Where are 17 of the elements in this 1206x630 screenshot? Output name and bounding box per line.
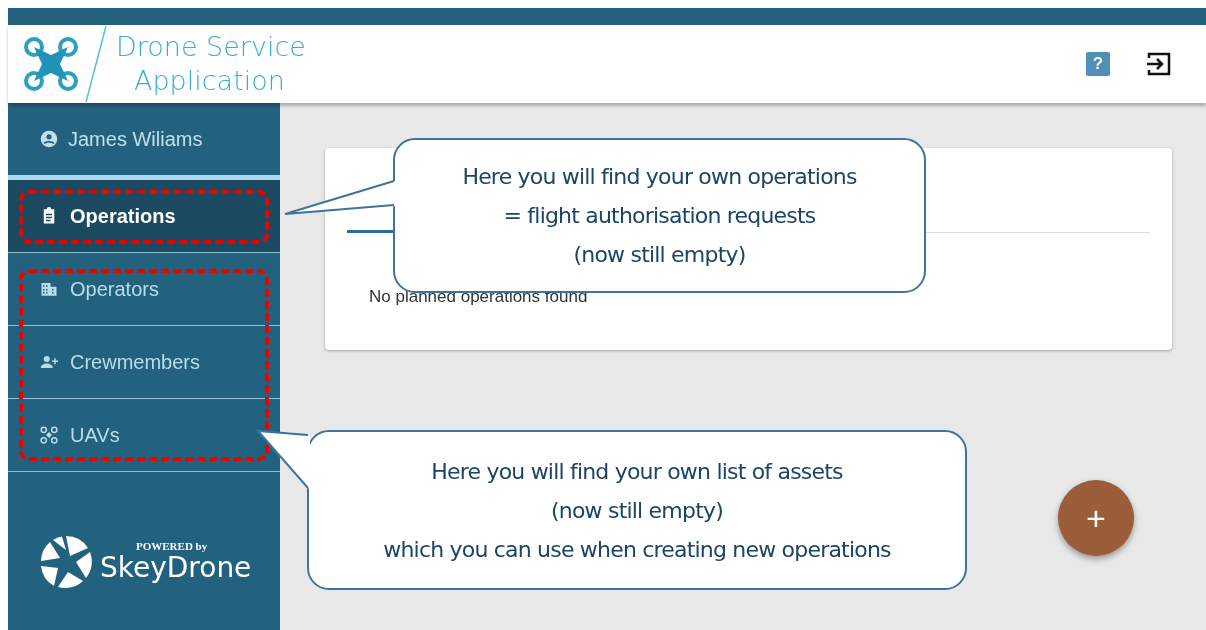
nav-item[interactable]: Operations xyxy=(8,180,280,253)
brand-name: SkeyDrone xyxy=(100,552,252,584)
user-name: James Wiliams xyxy=(68,127,203,151)
person-add-icon xyxy=(40,353,58,371)
callout-text: Here you will find your own operations = flight authorisation requests (now still empty) xyxy=(462,163,857,269)
callout-text: Here you will find your own list of assets (now still empty) which you can use when creating new operations xyxy=(383,457,891,564)
drone-logo-icon xyxy=(22,35,80,93)
logout-icon[interactable] xyxy=(1146,51,1172,77)
building-icon xyxy=(40,280,58,298)
user-icon xyxy=(40,130,58,148)
powered-by-text: POWERED by xyxy=(136,540,209,552)
help-button[interactable]: ? xyxy=(1086,52,1110,76)
add-button[interactable]: + xyxy=(1058,480,1134,556)
aperture-logo-icon xyxy=(38,534,94,590)
app-title: Application xyxy=(134,64,286,98)
app-title: Drone Service xyxy=(116,30,306,64)
drone-icon xyxy=(40,426,58,444)
